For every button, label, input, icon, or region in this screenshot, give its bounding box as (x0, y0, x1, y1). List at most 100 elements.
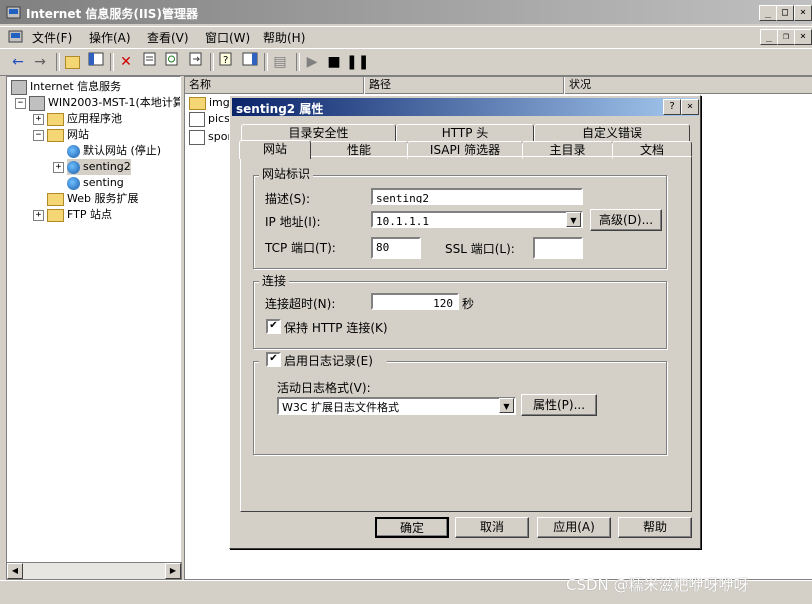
chevron-down-icon[interactable]: ▼ (499, 398, 514, 413)
column-status[interactable]: 状况 (565, 77, 812, 94)
collapse-icon[interactable]: − (33, 130, 44, 141)
expand-icon[interactable]: + (33, 210, 44, 221)
expand-icon[interactable]: + (33, 114, 44, 125)
delete-icon[interactable]: ✕ (116, 52, 136, 72)
iis-root-icon (11, 79, 27, 95)
menu-action[interactable]: 操作(A) (89, 29, 131, 46)
file-icon (189, 129, 205, 145)
tree-root[interactable]: Internet 信息服务 (11, 79, 121, 95)
tab-http-headers[interactable]: HTTP 头 (396, 124, 534, 142)
globe-icon (67, 160, 80, 174)
child-close-button[interactable]: × (794, 29, 812, 45)
up-folder-icon[interactable] (62, 52, 82, 72)
tcp-port-label: TCP 端口(T): (265, 241, 336, 255)
tree-server[interactable]: WIN2003-MST-1(本地计算机) (29, 95, 180, 111)
tab-custom-errors[interactable]: 自定义错误 (534, 124, 690, 142)
list-item[interactable]: img (189, 95, 230, 111)
tree-websites[interactable]: 网站 (47, 127, 89, 143)
help-button[interactable]: 帮助 (618, 517, 692, 538)
dialog-close-button[interactable]: × (681, 99, 699, 115)
server-icon (29, 95, 45, 111)
menu-window[interactable]: 窗口(W) (205, 29, 250, 46)
column-name[interactable]: 名称 (185, 77, 364, 94)
dialog-titlebar: senting2 属性 ? × (232, 98, 699, 116)
iis-app-icon (6, 5, 22, 21)
tree-default-site[interactable]: 默认网站 (停止) (67, 143, 161, 159)
tree-websites-label: 网站 (67, 128, 89, 141)
dialog-help-button[interactable]: ? (663, 99, 681, 115)
export-list-icon[interactable] (186, 52, 206, 72)
help-icon[interactable]: ? (216, 52, 236, 72)
toolbar-separator (110, 53, 114, 71)
timeout-label: 连接超时(N): (265, 297, 336, 311)
chevron-down-icon[interactable]: ▼ (566, 212, 581, 227)
close-button[interactable]: × (794, 5, 812, 21)
log-format-select[interactable]: W3C 扩展日志文件格式 (277, 397, 516, 415)
apply-button[interactable]: 应用(A) (537, 517, 611, 538)
column-path[interactable]: 路径 (365, 77, 564, 94)
globe-icon (67, 144, 80, 158)
show-tree-icon[interactable] (86, 52, 106, 72)
tree-hscrollbar[interactable]: ◀ ▶ (6, 562, 182, 580)
ip-address-label: IP 地址(I): (265, 215, 321, 229)
advanced-button[interactable]: 高级(D)... (590, 209, 662, 231)
maximize-button[interactable]: □ (776, 5, 794, 21)
ip-address-select[interactable]: 10.1.1.1 (371, 211, 583, 228)
show-hide-pane-icon[interactable] (240, 52, 260, 72)
forward-arrow-icon[interactable]: → (30, 52, 50, 72)
enable-logging-checkbox[interactable]: ✔ (266, 352, 281, 367)
tree-senting2-label: senting2 (83, 160, 131, 173)
svg-text:?: ? (223, 55, 228, 66)
child-restore-button[interactable]: ❐ (777, 29, 795, 45)
refresh-icon[interactable] (162, 52, 182, 72)
tcp-port-input[interactable]: 80 (371, 237, 421, 259)
scroll-left-icon[interactable]: ◀ (7, 563, 23, 579)
tab-website[interactable]: 网站 (239, 140, 311, 159)
timeout-unit: 秒 (462, 297, 475, 311)
child-minimize-button[interactable]: _ (760, 29, 778, 45)
minimize-button[interactable]: _ (759, 5, 777, 21)
toolbar-separator (296, 53, 300, 71)
tree-senting[interactable]: senting (67, 175, 124, 191)
stop-icon[interactable]: ■ (324, 52, 344, 72)
dialog-title: senting2 属性 (236, 102, 324, 116)
collapse-icon[interactable]: − (15, 98, 26, 109)
log-properties-button[interactable]: 属性(P)... (521, 394, 597, 416)
timeout-input[interactable]: 120 (371, 293, 459, 310)
console-icon (8, 29, 24, 48)
keepalive-checkbox[interactable]: ✔ (266, 319, 281, 334)
list-item[interactable]: pics (189, 111, 230, 127)
properties-icon[interactable] (140, 52, 160, 72)
toolbar-separator (210, 53, 214, 71)
cancel-button[interactable]: 取消 (455, 517, 529, 538)
expand-icon[interactable]: + (53, 162, 64, 173)
back-arrow-icon[interactable]: ← (8, 52, 28, 72)
computer-icon[interactable]: ▤ (270, 52, 290, 72)
tree-ftp-label: FTP 站点 (67, 208, 112, 221)
menu-file[interactable]: 文件(F) (32, 29, 72, 46)
folder-icon (189, 96, 206, 110)
pause-icon[interactable]: ❚❚ (346, 52, 369, 72)
globe-icon (67, 176, 80, 190)
list-item[interactable]: spor (189, 129, 232, 145)
folder-icon (47, 208, 64, 222)
list-item-label: pics (208, 112, 230, 125)
ok-button[interactable]: 确定 (375, 517, 449, 538)
tree-senting2[interactable]: senting2 (67, 159, 131, 175)
window-titlebar: Internet 信息服务(IIS)管理器 _ □ × (0, 0, 812, 27)
tree-app-pools[interactable]: 应用程序池 (47, 111, 122, 127)
folder-icon (47, 112, 64, 126)
description-input[interactable]: senting2 (371, 188, 583, 205)
tree-ftp[interactable]: FTP 站点 (47, 207, 112, 223)
folder-icon (47, 192, 64, 206)
scroll-right-icon[interactable]: ▶ (165, 563, 181, 579)
group-connection (253, 281, 667, 349)
start-icon[interactable]: ▶ (302, 52, 322, 72)
tab-panel-website: 网站标识 描述(S): senting2 IP 地址(I): 10.1.1.1 … (240, 156, 692, 512)
tree-web-ext[interactable]: Web 服务扩展 (47, 191, 138, 207)
tree-pane: Internet 信息服务 − WIN2003-MST-1(本地计算机) + 应… (6, 76, 181, 564)
ssl-port-input[interactable] (533, 237, 583, 259)
toolbar-separator (264, 53, 268, 71)
menu-view[interactable]: 查看(V) (147, 29, 189, 46)
menu-help[interactable]: 帮助(H) (263, 29, 305, 46)
